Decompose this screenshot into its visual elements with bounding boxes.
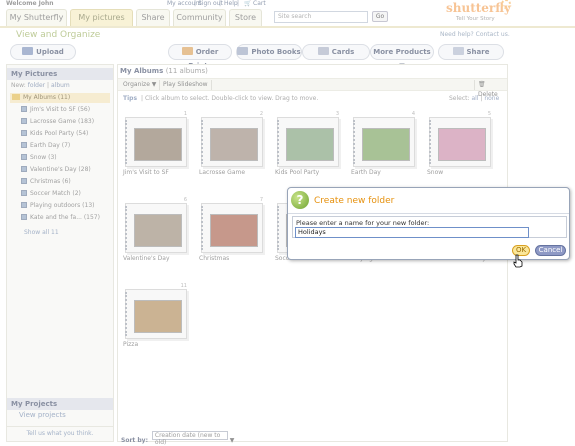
question-icon: ? [291,191,309,209]
dialog-header: ? Create new folder [288,188,569,214]
folder-name-input[interactable]: Holidays [295,227,529,238]
dialog-prompt: Please enter a name for your new folder: [296,219,430,227]
hand-cursor-icon [513,254,523,268]
dialog-title: Create new folder [314,196,395,206]
cancel-button[interactable]: Cancel [535,245,566,256]
create-folder-dialog: ? Create new folder Please enter a name … [287,187,570,260]
dialog-body: Please enter a name for your new folder:… [292,216,567,238]
